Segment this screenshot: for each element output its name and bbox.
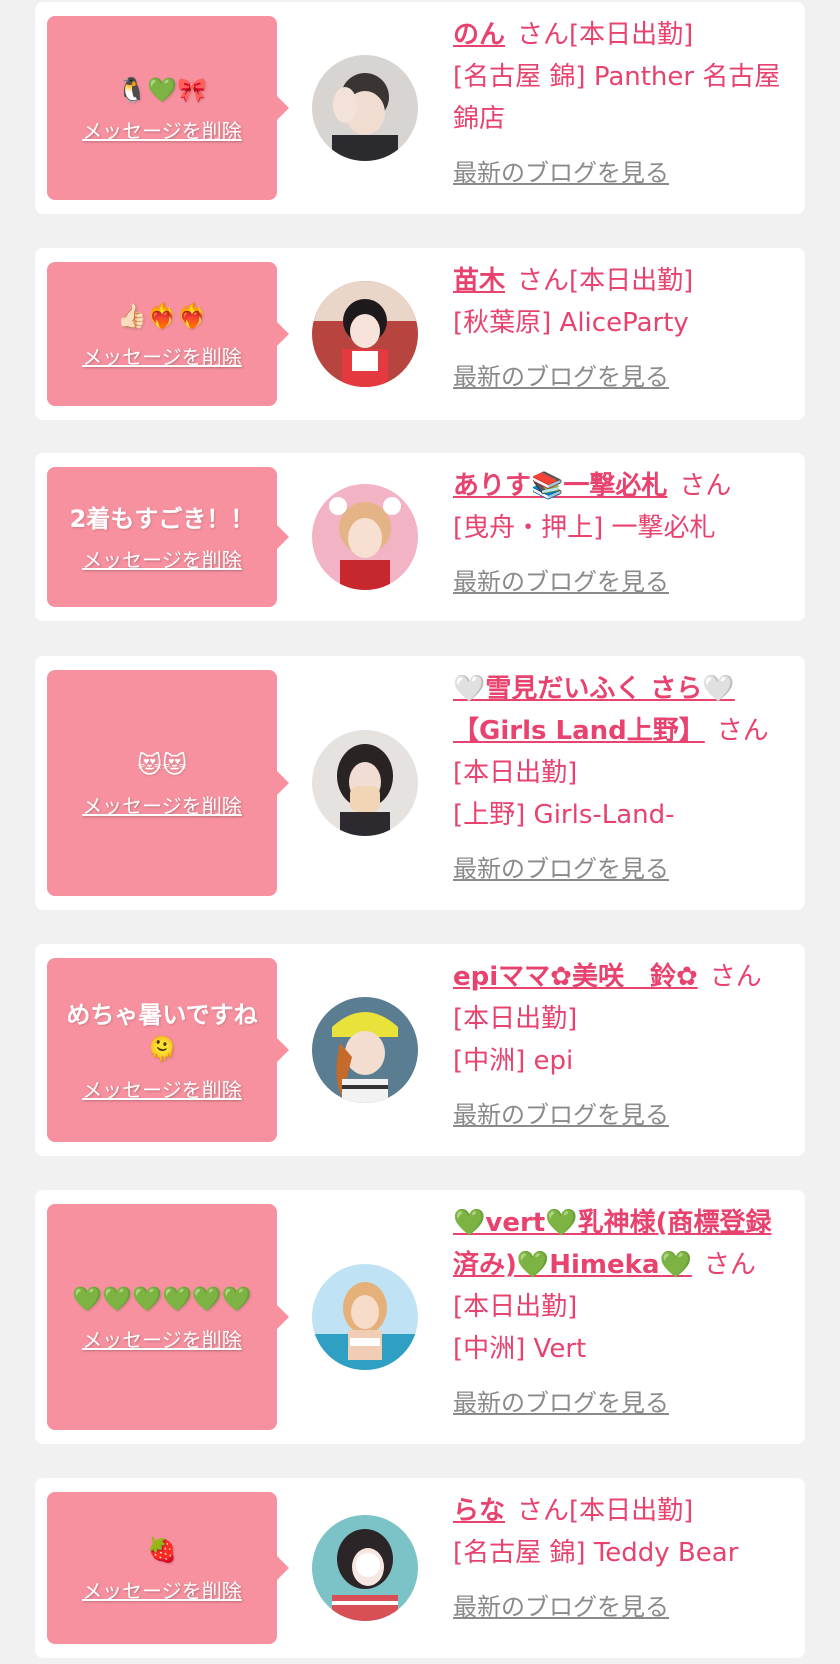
shop-name: [上野] Girls-Land- — [453, 800, 675, 830]
message-card: 👍🏻❤️‍🔥❤️‍🔥 メッセージを削除 苗木 さん[本日出勤] [秋葉原] Ali… — [35, 248, 805, 420]
message-card: めちゃ暑いですね🫠 メッセージを削除 epiママ✿美咲 鈴✿ さん [本日出勤] [… — [35, 944, 805, 1156]
shop-name: [名古屋 錦] Panther 名古屋錦店 — [453, 62, 781, 134]
message-text: めちゃ暑いですね🫠 — [66, 1000, 258, 1063]
cast-name-link[interactable]: epiママ✿美咲 鈴✿ — [453, 962, 698, 992]
shop-name: [中洲] epi — [453, 1046, 574, 1076]
delete-message-link[interactable]: メッセージを削除 — [82, 544, 242, 573]
avatar[interactable] — [312, 1515, 418, 1621]
message-text: 🍓 — [147, 1535, 177, 1564]
work-status: [本日出勤] — [569, 20, 694, 50]
shop-name: [秋葉原] AliceParty — [453, 308, 689, 338]
avatar[interactable] — [312, 484, 418, 590]
latest-blog-link[interactable]: 最新のブログを見る — [453, 356, 669, 398]
message-bubble: 😻😻 メッセージを削除 — [47, 670, 289, 896]
work-status: [本日出勤] — [569, 266, 694, 296]
work-status: [本日出勤] — [453, 1004, 578, 1034]
latest-blog-link[interactable]: 最新のブログを見る — [453, 152, 669, 194]
latest-blog-link[interactable]: 最新のブログを見る — [453, 1382, 669, 1424]
message-bubble: 2着もすごき！！ メッセージを削除 — [47, 467, 289, 607]
message-list: 🐧💚🎀 メッセージを削除 のん さん[本日出勤] [名古屋 錦] Panther … — [0, 0, 840, 1664]
message-bubble: 🍓 メッセージを削除 — [47, 1492, 289, 1644]
cast-name-link[interactable]: らな — [453, 1496, 505, 1526]
delete-message-link[interactable]: メッセージを削除 — [82, 341, 242, 370]
honorific: さん — [703, 1250, 756, 1280]
avatar[interactable] — [312, 281, 418, 387]
cast-info: ありす📚一撃必札 さん [曳舟・押上] 一撃必札 最新のブログを見る — [453, 465, 787, 603]
honorific: さん — [679, 471, 732, 501]
work-status: [本日出勤] — [569, 1496, 694, 1526]
cast-name-link[interactable]: のん — [453, 20, 505, 50]
latest-blog-link[interactable]: 最新のブログを見る — [453, 1094, 669, 1136]
message-card: 2着もすごき！！ メッセージを削除 ありす📚一撃必札 さん [曳舟・押上] 一撃必… — [35, 453, 805, 621]
avatar[interactable] — [312, 1264, 418, 1370]
work-status: [本日出勤] — [453, 1292, 578, 1322]
avatar[interactable] — [312, 730, 418, 836]
delete-message-link[interactable]: メッセージを削除 — [82, 1575, 242, 1604]
avatar[interactable] — [312, 997, 418, 1103]
delete-message-link[interactable]: メッセージを削除 — [82, 115, 242, 144]
honorific: さん — [517, 20, 570, 50]
delete-message-link[interactable]: メッセージを削除 — [82, 1074, 242, 1103]
message-bubble: めちゃ暑いですね🫠 メッセージを削除 — [47, 958, 289, 1142]
message-text: 😻😻 — [136, 750, 188, 779]
message-card: 💚💚💚💚💚💚 メッセージを削除 💚vert💚乳神様(商標登録済み)💚Himeka… — [35, 1190, 805, 1444]
message-card: 🍓 メッセージを削除 らな さん[本日出勤] [名古屋 錦] Teddy Bear… — [35, 1478, 805, 1658]
honorific: さん — [517, 266, 570, 296]
shop-name: [名古屋 錦] Teddy Bear — [453, 1538, 739, 1568]
cast-name-link[interactable]: 🤍雪見だいふく さら🤍【Girls Land上野】 — [453, 674, 735, 746]
cast-info: 💚vert💚乳神様(商標登録済み)💚Himeka💚 さん [本日出勤] [中洲] … — [453, 1202, 787, 1424]
cast-info: 苗木 さん[本日出勤] [秋葉原] AliceParty 最新のブログを見る — [453, 260, 787, 398]
message-bubble: 💚💚💚💚💚💚 メッセージを削除 — [47, 1204, 289, 1430]
cast-name-link[interactable]: 苗木 — [453, 266, 505, 296]
honorific: さん — [709, 962, 762, 992]
work-status: [本日出勤] — [453, 758, 578, 788]
avatar[interactable] — [312, 55, 418, 161]
cast-info: 🤍雪見だいふく さら🤍【Girls Land上野】 さん [本日出勤] [上野] … — [453, 668, 787, 890]
cast-info: のん さん[本日出勤] [名古屋 錦] Panther 名古屋錦店 最新のブログを… — [453, 14, 787, 194]
message-card: 😻😻 メッセージを削除 🤍雪見だいふく さら🤍【Girls Land上野】 さん … — [35, 656, 805, 910]
message-text: 🐧💚🎀 — [117, 75, 207, 104]
message-text: 👍🏻❤️‍🔥❤️‍🔥 — [117, 301, 207, 330]
cast-name-link[interactable]: ありす📚一撃必札 — [453, 471, 667, 501]
latest-blog-link[interactable]: 最新のブログを見る — [453, 1586, 669, 1628]
latest-blog-link[interactable]: 最新のブログを見る — [453, 561, 669, 603]
message-text: 2着もすごき！！ — [69, 504, 255, 533]
honorific: さん — [716, 716, 769, 746]
honorific: さん — [517, 1496, 570, 1526]
latest-blog-link[interactable]: 最新のブログを見る — [453, 848, 669, 890]
shop-name: [曳舟・押上] 一撃必札 — [453, 513, 716, 543]
message-bubble: 👍🏻❤️‍🔥❤️‍🔥 メッセージを削除 — [47, 262, 289, 406]
shop-name: [中洲] Vert — [453, 1334, 587, 1364]
cast-info: epiママ✿美咲 鈴✿ さん [本日出勤] [中洲] epi 最新のブログを見る — [453, 956, 787, 1136]
cast-info: らな さん[本日出勤] [名古屋 錦] Teddy Bear 最新のブログを見る — [453, 1490, 787, 1628]
delete-message-link[interactable]: メッセージを削除 — [82, 1324, 242, 1353]
message-bubble: 🐧💚🎀 メッセージを削除 — [47, 16, 289, 200]
message-card: 🐧💚🎀 メッセージを削除 のん さん[本日出勤] [名古屋 錦] Panther … — [35, 2, 805, 214]
message-text: 💚💚💚💚💚💚 — [72, 1284, 252, 1313]
delete-message-link[interactable]: メッセージを削除 — [82, 790, 242, 819]
